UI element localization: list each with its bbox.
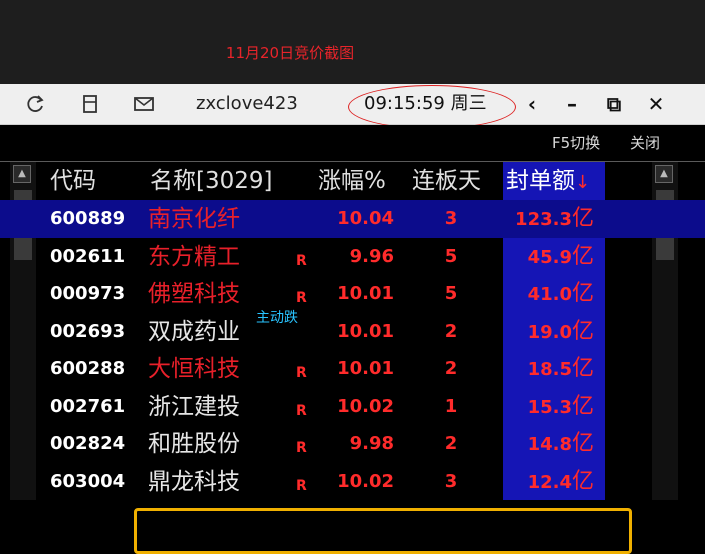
stock-name: 浙江建投 (148, 393, 240, 420)
stock-code: 600889 (50, 208, 126, 229)
seal-amount-value: 18.5 (527, 359, 572, 380)
stock-code: 002824 (50, 433, 126, 454)
seal-amount-unit: 亿 (571, 243, 594, 269)
stock-name: 南京化纤 (148, 206, 240, 232)
stock-name: 佛塑科技 (148, 281, 240, 307)
column-header-name[interactable]: 名称[3029] (150, 162, 272, 200)
table-row[interactable]: 002693 双成药业 主动跌 10.01 2 19.0亿 (0, 310, 705, 351)
highlight-box (134, 508, 632, 554)
clipboard-icon[interactable] (78, 92, 102, 116)
seal-amount-unit: 亿 (571, 318, 594, 344)
sub-toolbar: F5切换 关闭 (0, 125, 705, 162)
seal-amount: 14.8亿 (506, 425, 594, 463)
close-panel-button[interactable]: 关闭 (630, 134, 660, 152)
refresh-icon[interactable] (24, 92, 48, 116)
change-percent: 10.01 (337, 283, 394, 304)
status-tag: 主动跌 (256, 309, 298, 326)
change-percent: 10.04 (337, 208, 394, 229)
seal-amount: 123.3亿 (506, 200, 594, 238)
margin-flag: R (296, 477, 307, 494)
seal-amount: 45.9亿 (506, 238, 594, 276)
stock-name: 鼎龙科技 (148, 468, 240, 495)
column-header-seal-amount[interactable]: 封单额↓ (506, 162, 590, 200)
limit-up-days: 2 (444, 433, 458, 454)
seal-amount-value: 45.9 (527, 246, 572, 268)
change-percent: 10.02 (337, 395, 394, 417)
limit-up-table: ▲ ▲ 代码 名称[3029] 涨幅% 连板天 封单额↓ 600889 南京化纤 1… (0, 162, 705, 554)
back-button[interactable]: ‹ (518, 90, 546, 118)
minimize-button[interactable]: – (558, 90, 586, 118)
stock-code: 002611 (50, 245, 126, 267)
seal-amount: 15.3亿 (506, 388, 594, 426)
stock-name: 和胜股份 (148, 431, 240, 457)
table-row[interactable]: 002761 浙江建投 R 10.02 1 15.3亿 (0, 388, 705, 426)
table-row[interactable]: 002611 东方精工 R 9.96 5 45.9亿 (0, 238, 705, 276)
stock-code: 603004 (50, 470, 126, 492)
close-window-button[interactable]: ✕ (642, 90, 670, 118)
seal-amount-value: 19.0 (527, 321, 572, 343)
screenshot-top-band: 11月20日竞价截图 (0, 0, 705, 84)
table-row[interactable]: 000973 佛塑科技 R 10.01 5 41.0亿 (0, 275, 705, 313)
stock-code: 002761 (50, 395, 126, 417)
time-annotation-circle (348, 85, 516, 129)
change-percent: 10.01 (337, 358, 394, 379)
username-label: zxclove423 (196, 93, 298, 114)
change-percent: 10.02 (337, 470, 394, 492)
seal-amount-unit: 亿 (571, 356, 594, 381)
column-header-change[interactable]: 涨幅% (318, 162, 386, 200)
change-percent: 9.96 (349, 245, 394, 267)
table-row[interactable]: 002824 和胜股份 R 9.98 2 14.8亿 (0, 425, 705, 463)
seal-amount: 41.0亿 (506, 275, 594, 313)
seal-amount-value: 15.3 (527, 396, 572, 418)
seal-amount-unit: 亿 (571, 431, 594, 456)
table-row[interactable]: 603004 鼎龙科技 R 10.02 3 12.4亿 (0, 463, 705, 501)
mail-icon[interactable] (132, 92, 156, 116)
seal-amount-unit: 亿 (571, 281, 594, 306)
seal-amount-value: 14.8 (527, 434, 572, 455)
seal-amount-unit: 亿 (571, 206, 594, 231)
margin-flag: R (296, 402, 307, 419)
column-header-seal-amount-label: 封单额 (506, 168, 575, 194)
change-percent: 10.01 (337, 320, 394, 342)
seal-amount-unit: 亿 (571, 468, 594, 494)
scroll-up-arrow-icon[interactable]: ▲ (655, 165, 673, 183)
restore-button[interactable]: ⧉ (600, 90, 628, 118)
change-percent: 9.98 (349, 433, 394, 454)
table-row[interactable]: 600288 大恒科技 R 10.01 2 18.5亿 (0, 350, 705, 388)
stock-code: 600288 (50, 358, 126, 379)
screenshot-caption: 11月20日竞价截图 (225, 44, 355, 62)
stock-code: 000973 (50, 283, 126, 304)
limit-up-days: 2 (444, 320, 458, 342)
limit-up-days: 3 (444, 208, 458, 229)
margin-flag: R (296, 365, 307, 381)
seal-amount-unit: 亿 (571, 393, 594, 419)
stock-code: 002693 (50, 320, 126, 342)
sort-desc-icon: ↓ (575, 172, 591, 193)
limit-up-days: 1 (444, 395, 458, 417)
limit-up-days: 5 (444, 283, 458, 304)
seal-amount-value: 41.0 (527, 284, 572, 305)
seal-amount: 19.0亿 (506, 313, 594, 351)
f5-switch-button[interactable]: F5切换 (552, 134, 600, 152)
margin-flag: R (296, 440, 307, 456)
stock-name: 双成药业 (148, 318, 240, 345)
column-header-code[interactable]: 代码 (50, 162, 96, 200)
seal-amount-value: 123.3 (515, 209, 572, 230)
stock-name: 大恒科技 (148, 356, 240, 382)
table-row[interactable]: 600889 南京化纤 10.04 3 123.3亿 (0, 200, 705, 238)
margin-flag: R (296, 252, 307, 269)
column-header-streak[interactable]: 连板天 (412, 162, 481, 200)
scroll-up-arrow-icon[interactable]: ▲ (13, 165, 31, 183)
stock-name: 东方精工 (148, 243, 240, 270)
limit-up-days: 5 (444, 245, 458, 267)
seal-amount: 12.4亿 (506, 463, 594, 501)
limit-up-days: 2 (444, 358, 458, 379)
limit-up-days: 3 (444, 470, 458, 492)
seal-amount: 18.5亿 (506, 350, 594, 388)
seal-amount-value: 12.4 (527, 471, 572, 493)
